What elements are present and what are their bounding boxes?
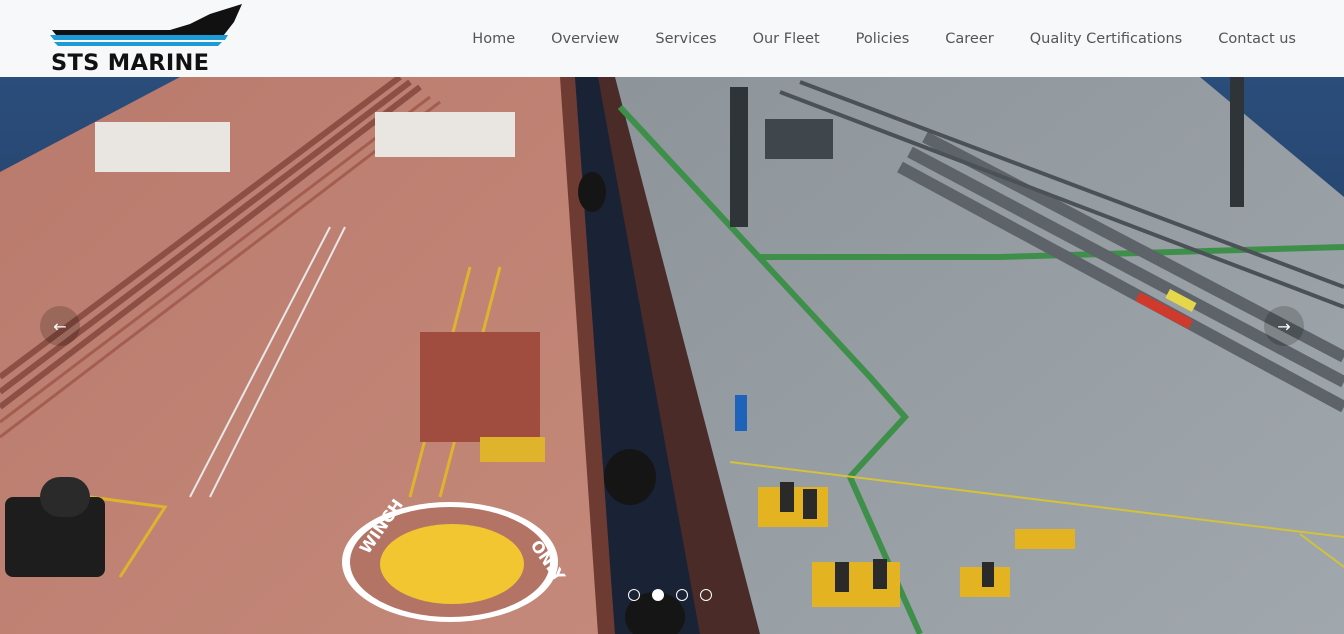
nav-policies[interactable]: Policies <box>856 31 910 47</box>
main-nav: Home Overview Services Our Fleet Policie… <box>472 0 1296 77</box>
site-header: STS MARINE Home Overview Services Our Fl… <box>0 0 1344 77</box>
hero-slider: WINCH ONLY ← → <box>0 77 1344 634</box>
slider-next-button[interactable]: → <box>1264 306 1304 346</box>
nav-career[interactable]: Career <box>945 31 993 47</box>
hero-image: WINCH ONLY <box>0 77 1344 634</box>
ship-logo-icon <box>50 4 242 46</box>
nav-contact-us[interactable]: Contact us <box>1218 31 1296 47</box>
slide-dot-2[interactable] <box>652 589 664 601</box>
slide-dot-3[interactable] <box>676 589 688 601</box>
nav-overview[interactable]: Overview <box>551 31 619 47</box>
nav-quality-certifications[interactable]: Quality Certifications <box>1030 31 1182 47</box>
slider-prev-button[interactable]: ← <box>40 306 80 346</box>
brand-name: STS MARINE <box>51 50 210 76</box>
slide-dot-1[interactable] <box>628 589 640 601</box>
chevron-right-icon: → <box>1277 316 1291 336</box>
nav-our-fleet[interactable]: Our Fleet <box>753 31 820 47</box>
brand-logo[interactable]: STS MARINE <box>50 4 245 76</box>
slider-indicators <box>628 589 724 601</box>
nav-home[interactable]: Home <box>472 31 515 47</box>
chevron-left-icon: ← <box>53 316 67 336</box>
nav-services[interactable]: Services <box>655 31 716 47</box>
slide-dot-4[interactable] <box>700 589 712 601</box>
